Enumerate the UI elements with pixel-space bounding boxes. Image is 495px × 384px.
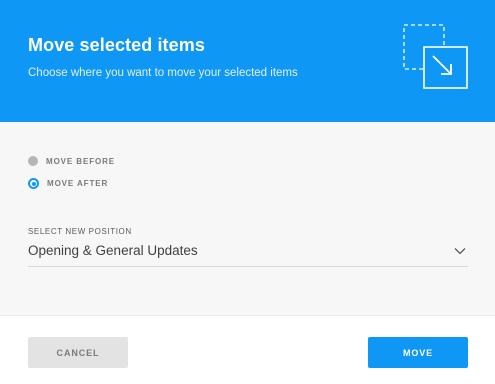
dialog-subtitle: Choose where you want to move your selec… xyxy=(28,67,298,79)
move-before-label: MOVE BEFORE xyxy=(46,156,116,166)
move-before-option[interactable]: MOVE BEFORE xyxy=(28,156,115,166)
dialog-footer: CANCEL MOVE xyxy=(0,315,495,384)
move-after-label: MOVE AFTER xyxy=(47,179,109,188)
move-items-dialog: Move selected items Choose where you wan… xyxy=(0,0,495,384)
position-field-label: SELECT NEW POSITION xyxy=(28,227,132,236)
move-to-corner-icon xyxy=(403,24,468,89)
dialog-title: Move selected items xyxy=(28,35,205,55)
move-after-radio[interactable] xyxy=(28,178,39,189)
position-select-value: Opening & General Updates xyxy=(28,243,198,258)
position-select[interactable]: Opening & General Updates xyxy=(28,239,468,267)
move-button[interactable]: MOVE xyxy=(368,337,468,368)
dialog-body: MOVE BEFORE MOVE AFTER SELECT NEW POSITI… xyxy=(0,122,495,315)
move-after-option[interactable]: MOVE AFTER xyxy=(28,178,108,189)
cancel-button[interactable]: CANCEL xyxy=(28,337,128,368)
chevron-down-icon xyxy=(454,248,466,255)
move-before-radio[interactable] xyxy=(28,156,38,166)
dialog-header: Move selected items Choose where you wan… xyxy=(0,0,495,122)
